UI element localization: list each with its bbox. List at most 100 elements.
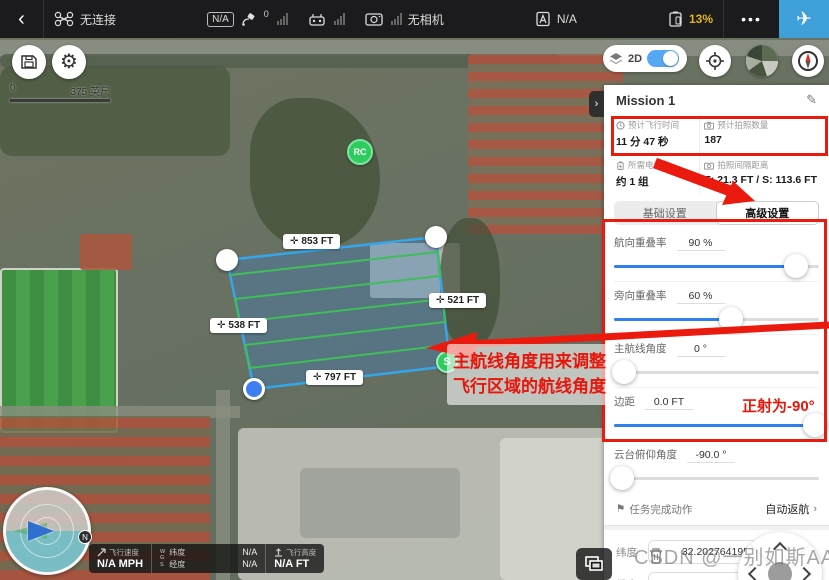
drone-heading-arrow	[28, 521, 54, 541]
front-overlap-field[interactable]: 90 %	[677, 237, 725, 251]
camera-interval-icon	[704, 161, 714, 170]
mission-stats: 预计飞行时间 11 分 47 秒 预计拍照数量 187 所需电池数 约 1 组 …	[604, 115, 829, 195]
back-button[interactable]: ‹	[0, 0, 44, 38]
drone-icon	[54, 11, 74, 27]
map-2d-toggle[interactable]: 2D	[603, 45, 687, 72]
minimap-thumbnail	[746, 45, 778, 77]
speed-segment: 飞行速度 N/A MPH	[89, 544, 151, 573]
compass-reset-button[interactable]	[792, 45, 824, 77]
slider-knob[interactable]	[719, 307, 743, 331]
clock-icon	[616, 121, 625, 130]
settings-tabs: 基础设置 高级设置	[614, 201, 819, 225]
minimap-button[interactable]	[746, 45, 778, 77]
attitude-compass[interactable]	[3, 487, 91, 575]
north-badge: N	[78, 530, 92, 544]
save-mission-button[interactable]	[12, 45, 46, 79]
polygon-handle-bottomleft-selected[interactable]	[243, 378, 265, 400]
altitude-segment: 飞行高度 N/A FT	[265, 544, 324, 573]
edge-length-bottom[interactable]: ✛797 FT	[306, 370, 363, 385]
takeoff-button[interactable]: ✈	[779, 0, 829, 38]
back-chevron-icon: ‹	[18, 8, 25, 31]
ellipsis-icon: •••	[741, 11, 762, 27]
advanced-settings-sliders: 航向重叠率90 % 旁向重叠率60 % 主航线角度0 ° 边距0.0 FT 云台…	[604, 225, 829, 493]
battery-percent: 13%	[689, 12, 713, 26]
camera-icon	[704, 121, 714, 130]
route-angle-field[interactable]: 0 °	[677, 343, 725, 357]
slider-knob[interactable]	[784, 254, 808, 278]
more-menu-button[interactable]: •••	[723, 0, 779, 38]
2d-toggle-switch[interactable]	[647, 50, 679, 67]
satellite-icon	[240, 12, 258, 27]
tele-lat-value: N/A	[242, 547, 257, 557]
polygon-handle-topright[interactable]	[425, 226, 447, 248]
layers-icon	[609, 52, 623, 66]
edit-mission-name-icon[interactable]: ✎	[806, 92, 817, 108]
finish-action-value: 自动返航	[765, 501, 809, 517]
slider-row-route-angle: 主航线角度0 °	[614, 335, 819, 388]
map-scale-bar: 0375 英尺	[10, 83, 110, 102]
slider-knob[interactable]	[803, 413, 827, 437]
annotation-gimbal-note: 正射为-90°	[742, 395, 815, 416]
side-overlap-slider[interactable]	[614, 306, 819, 332]
status-na-badge: N/A	[207, 12, 234, 27]
gps-signal-bars	[277, 13, 288, 25]
mission-panel: › Mission 1 ✎ 预计飞行时间 11 分 47 秒 预计拍照数量 18…	[604, 85, 829, 580]
mission-settings-button[interactable]: ⚙	[52, 45, 86, 79]
compass-needle-icon	[797, 50, 819, 72]
gimbal-pitch-slider[interactable]	[614, 465, 819, 491]
panel-collapse-handle[interactable]: ›	[589, 91, 604, 117]
annotation-route-angle-note: 主航线角度用来调整 飞行区域的航线角度	[447, 344, 607, 405]
app-screen: RC S ✛853 FT ✛521 FT ✛538 FT ✛797 FT 037…	[0, 0, 829, 580]
flag-icon: ⚑	[616, 503, 625, 515]
altitude-value: N/A FT	[274, 558, 316, 570]
remote-controller-icon	[308, 12, 326, 26]
tele-lat-label: 纬度	[169, 547, 185, 558]
tab-basic-settings[interactable]: 基础设置	[614, 201, 716, 225]
chevron-right-icon: ›	[813, 503, 817, 515]
camera-status-icon	[365, 12, 383, 26]
polygon-handle-topleft[interactable]	[216, 249, 238, 271]
edge-length-left[interactable]: ✛538 FT	[210, 318, 267, 333]
edge-length-right[interactable]: ✛521 FT	[429, 293, 486, 308]
camera-status: 无相机	[408, 11, 444, 28]
plus-icon: ✛	[313, 372, 321, 383]
watermark: CSDN @一别如斯AA	[634, 541, 829, 570]
margin-field[interactable]: 0.0 FT	[645, 396, 693, 410]
stat-photo-count: 预计拍照数量 187	[699, 115, 821, 155]
rc-location-marker[interactable]: RC	[347, 139, 373, 165]
flight-mode-value: N/A	[557, 12, 577, 26]
side-overlap-field[interactable]: 60 %	[677, 290, 725, 304]
slider-knob[interactable]	[610, 466, 634, 490]
locate-crosshair-icon	[705, 51, 725, 71]
gear-icon: ⚙	[60, 52, 78, 72]
front-overlap-slider[interactable]	[614, 253, 819, 279]
slider-row-front-overlap: 航向重叠率90 %	[614, 229, 819, 282]
route-angle-slider[interactable]	[614, 359, 819, 385]
speed-icon	[97, 548, 106, 557]
video-signal-bars	[391, 13, 402, 25]
rc-signal-bars	[334, 13, 345, 25]
map-layers-icon	[584, 555, 604, 573]
tab-advanced-settings[interactable]: 高级设置	[716, 201, 820, 225]
save-icon	[20, 53, 38, 71]
status-bar: ‹ 无连接 N/A 0 无相机 N/A 13%	[0, 0, 829, 38]
slider-knob[interactable]	[612, 360, 636, 384]
finish-action-row[interactable]: ⚑任务完成动作 自动返航›	[604, 493, 829, 525]
device-battery-icon	[668, 11, 683, 28]
edge-length-top[interactable]: ✛853 FT	[283, 234, 340, 249]
stat-photo-interval: 拍照间隔距离 F: 21.3 FT / S: 113.6 FT	[699, 155, 821, 195]
tele-lng-label: 经度	[169, 559, 185, 570]
plus-icon: ✛	[217, 320, 225, 331]
stat-flight-time: 预计飞行时间 11 分 47 秒	[612, 115, 699, 155]
plus-icon: ✛	[290, 236, 298, 247]
locate-me-button[interactable]	[699, 45, 731, 77]
satellite-count: 0	[264, 9, 269, 19]
speed-value: N/A MPH	[97, 558, 143, 570]
scale-distance: 375 英尺	[71, 83, 110, 98]
slider-row-side-overlap: 旁向重叠率60 %	[614, 282, 819, 335]
gimbal-pitch-field[interactable]: -90.0 °	[687, 449, 735, 463]
airplane-icon: ✈	[796, 8, 812, 31]
telemetry-bar: 飞行速度 N/A MPH WGS 纬度N/A 经度N/A 飞行高度 N/A FT	[89, 544, 324, 573]
altitude-icon	[274, 548, 283, 557]
map-type-button[interactable]	[576, 548, 612, 580]
